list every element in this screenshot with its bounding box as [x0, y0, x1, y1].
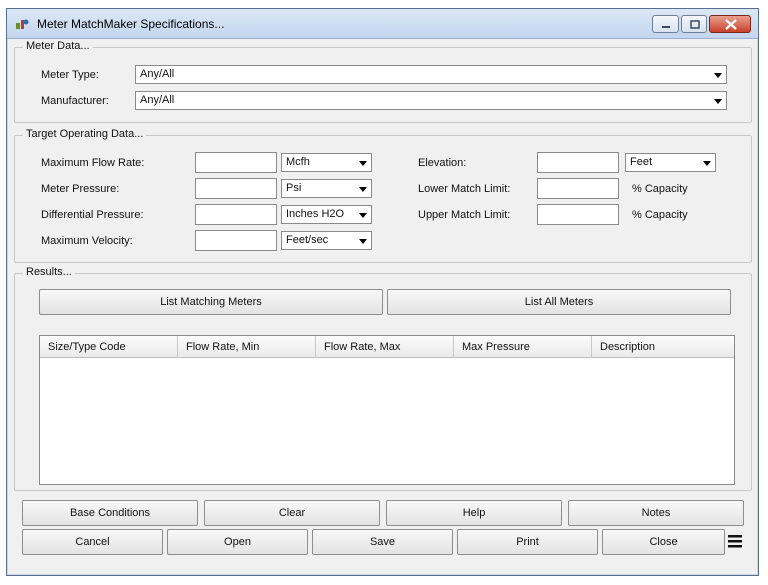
max-flow-rate-input[interactable]: [195, 152, 277, 173]
title-bar[interactable]: Meter MatchMaker Specifications...: [7, 9, 758, 39]
maximize-button[interactable]: [681, 15, 707, 33]
meter-data-legend: Meter Data...: [23, 40, 93, 52]
chevron-down-icon[interactable]: [709, 66, 726, 83]
chevron-down-icon[interactable]: [354, 180, 371, 197]
clear-button[interactable]: Clear: [204, 500, 380, 526]
max-flow-rate-label: Maximum Flow Rate:: [41, 157, 145, 169]
lower-match-limit-input[interactable]: [537, 178, 619, 199]
manufacturer-select[interactable]: Any/All: [135, 91, 727, 110]
max-flow-rate-unit-value: Mcfh: [286, 156, 310, 168]
elevation-unit-select[interactable]: Feet: [625, 153, 716, 172]
upper-match-limit-suffix: % Capacity: [632, 209, 688, 221]
manufacturer-label: Manufacturer:: [41, 95, 109, 107]
meter-pressure-unit-select[interactable]: Psi: [281, 179, 372, 198]
upper-match-limit-label: Upper Match Limit:: [418, 209, 511, 221]
target-operating-data-legend: Target Operating Data...: [23, 128, 147, 140]
chevron-down-icon[interactable]: [354, 206, 371, 223]
minimize-button[interactable]: [652, 15, 679, 33]
maximum-velocity-input[interactable]: [195, 230, 277, 251]
list-all-meters-button[interactable]: List All Meters: [387, 289, 731, 315]
meter-pressure-unit-value: Psi: [286, 182, 302, 194]
meter-type-value: Any/All: [140, 68, 175, 80]
maximize-icon: [690, 20, 700, 29]
manufacturer-value: Any/All: [140, 94, 175, 106]
maximum-velocity-unit-value: Feet/sec: [286, 234, 329, 246]
results-list[interactable]: Size/Type Code Flow Rate, Min Flow Rate,…: [39, 335, 735, 485]
results-list-header: Size/Type Code Flow Rate, Min Flow Rate,…: [40, 336, 734, 358]
maximum-velocity-unit-select[interactable]: Feet/sec: [281, 231, 372, 250]
differential-pressure-unit-value: Inches H2O: [286, 208, 345, 220]
chevron-down-icon[interactable]: [709, 92, 726, 109]
meter-data-group: Meter Data...: [14, 40, 752, 123]
differential-pressure-unit-select[interactable]: Inches H2O: [281, 205, 372, 224]
minimize-icon: [662, 26, 670, 28]
chevron-down-icon[interactable]: [354, 154, 371, 171]
chevron-down-icon[interactable]: [698, 154, 715, 171]
open-button[interactable]: Open: [167, 529, 308, 555]
upper-match-limit-input[interactable]: [537, 204, 619, 225]
close-button[interactable]: Close: [602, 529, 725, 555]
close-window-button[interactable]: [709, 15, 751, 33]
elevation-input[interactable]: [537, 152, 619, 173]
meter-matchmaker-window: Meter MatchMaker Specifications... Meter…: [6, 8, 759, 576]
differential-pressure-input[interactable]: [195, 204, 277, 225]
meter-pressure-input[interactable]: [195, 178, 277, 199]
window-title: Meter MatchMaker Specifications...: [37, 17, 225, 31]
column-header-flow-rate-min[interactable]: Flow Rate, Min: [178, 336, 316, 358]
results-legend: Results...: [23, 266, 75, 278]
meter-type-select[interactable]: Any/All: [135, 65, 727, 84]
cancel-button[interactable]: Cancel: [22, 529, 163, 555]
meter-pressure-label: Meter Pressure:: [41, 183, 120, 195]
lower-match-limit-suffix: % Capacity: [632, 183, 688, 195]
base-conditions-button[interactable]: Base Conditions: [22, 500, 198, 526]
print-button[interactable]: Print: [457, 529, 598, 555]
differential-pressure-label: Differential Pressure:: [41, 209, 144, 221]
meter-app-icon: [16, 19, 29, 29]
elevation-label: Elevation:: [418, 157, 467, 169]
close-icon: [725, 19, 737, 30]
column-header-flow-rate-max[interactable]: Flow Rate, Max: [316, 336, 454, 358]
elevation-unit-value: Feet: [630, 156, 653, 168]
chevron-down-icon[interactable]: [354, 232, 371, 249]
column-header-size-type-code[interactable]: Size/Type Code: [40, 336, 178, 358]
max-flow-rate-unit-select[interactable]: Mcfh: [281, 153, 372, 172]
column-header-max-pressure[interactable]: Max Pressure: [454, 336, 592, 358]
hamburger-menu-icon[interactable]: [725, 531, 745, 551]
save-button[interactable]: Save: [312, 529, 453, 555]
list-matching-meters-button[interactable]: List Matching Meters: [39, 289, 383, 315]
column-header-description[interactable]: Description: [592, 336, 734, 358]
notes-button[interactable]: Notes: [568, 500, 744, 526]
maximum-velocity-label: Maximum Velocity:: [41, 235, 133, 247]
lower-match-limit-label: Lower Match Limit:: [418, 183, 511, 195]
help-button[interactable]: Help: [386, 500, 562, 526]
meter-type-label: Meter Type:: [41, 69, 99, 81]
